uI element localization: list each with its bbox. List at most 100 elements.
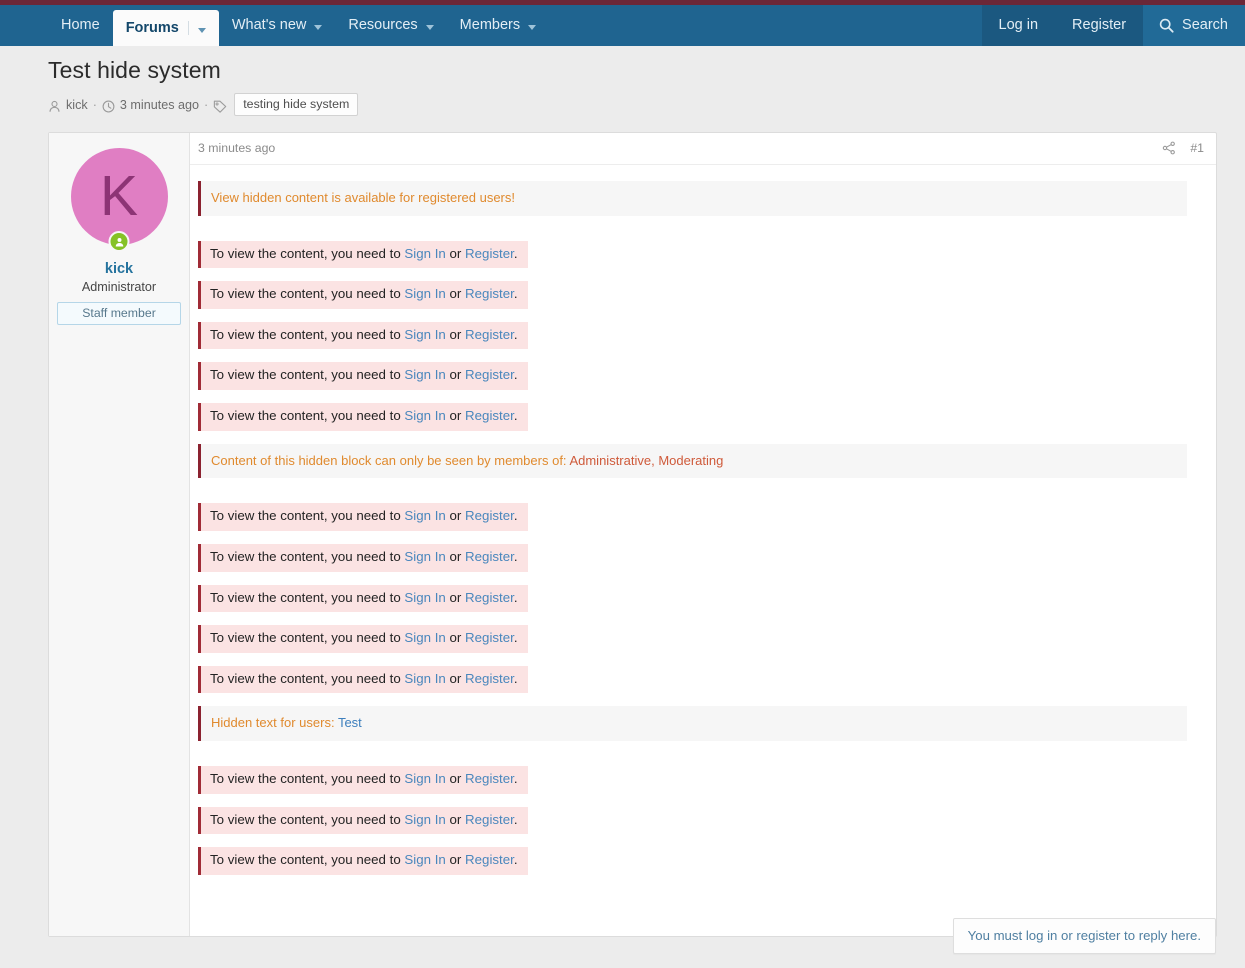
block-spacer	[190, 612, 1216, 625]
caret-glyph	[426, 25, 434, 30]
post-timestamp[interactable]: 3 minutes ago	[198, 141, 275, 155]
login-notice-middle: or	[446, 408, 465, 423]
sign-in-link[interactable]: Sign In	[404, 771, 445, 786]
register-link[interactable]: Register	[465, 508, 514, 523]
login-notice-prefix: To view the content, you need to	[210, 771, 404, 786]
nav-item-forums[interactable]: Forums	[113, 10, 219, 46]
login-required-notice: To view the content, you need to Sign In…	[198, 807, 528, 835]
sign-in-link[interactable]: Sign In	[404, 286, 445, 301]
block-spacer	[190, 875, 1216, 888]
register-link[interactable]: Register	[465, 327, 514, 342]
share-icon[interactable]	[1162, 141, 1176, 155]
sign-in-link[interactable]: Sign In	[404, 246, 445, 261]
block-spacer	[190, 216, 1216, 241]
login-notice-suffix: .	[514, 327, 518, 342]
sign-in-link[interactable]: Sign In	[404, 630, 445, 645]
login-notice-suffix: .	[514, 852, 518, 867]
register-link[interactable]: Register	[465, 286, 514, 301]
meta-separator-2: ·	[204, 98, 208, 112]
login-notice-middle: or	[446, 590, 465, 605]
login-notice-middle: or	[446, 812, 465, 827]
chevron-down-icon[interactable]	[306, 18, 322, 33]
login-required-notice: To view the content, you need to Sign In…	[198, 544, 528, 572]
login-required-notice: To view the content, you need to Sign In…	[198, 847, 528, 875]
login-notice-prefix: To view the content, you need to	[210, 246, 404, 261]
login-notice-prefix: To view the content, you need to	[210, 408, 404, 423]
login-notice-prefix: To view the content, you need to	[210, 327, 404, 342]
register-link[interactable]: Register	[465, 852, 514, 867]
login-notice-prefix: To view the content, you need to	[210, 508, 404, 523]
block-spacer	[190, 834, 1216, 847]
login-required-notice: To view the content, you need to Sign In…	[198, 503, 528, 531]
register-link[interactable]: Register	[465, 771, 514, 786]
login-required-notice: To view the content, you need to Sign In…	[198, 625, 528, 653]
post-container: K kick Administrator Staff member 3 minu…	[48, 132, 1217, 937]
avatar-letter: K	[100, 168, 138, 225]
register-link[interactable]: Register	[465, 367, 514, 382]
sign-in-link[interactable]: Sign In	[404, 508, 445, 523]
login-required-notice: To view the content, you need to Sign In…	[198, 766, 528, 794]
hidden-content-notice-text: View hidden content is available for reg…	[211, 190, 515, 205]
post-author-rank: Administrator	[82, 280, 156, 294]
nav-item-label: Forums	[126, 21, 179, 36]
login-required-row: To view the content, you need to Sign In…	[190, 403, 1216, 431]
login-notice-middle: or	[446, 327, 465, 342]
sign-in-link[interactable]: Sign In	[404, 408, 445, 423]
chevron-down-icon[interactable]	[188, 21, 206, 36]
block-spacer	[190, 390, 1216, 403]
sign-in-link[interactable]: Sign In	[404, 367, 445, 382]
nav-login-button[interactable]: Log in	[982, 5, 1056, 46]
login-required-row: To view the content, you need to Sign In…	[190, 807, 1216, 835]
register-link[interactable]: Register	[465, 590, 514, 605]
nav-register-label: Register	[1072, 18, 1126, 33]
sign-in-link[interactable]: Sign In	[404, 549, 445, 564]
sign-in-link[interactable]: Sign In	[404, 852, 445, 867]
login-required-notice: To view the content, you need to Sign In…	[198, 362, 528, 390]
sign-in-link[interactable]: Sign In	[404, 812, 445, 827]
post-author-name[interactable]: kick	[105, 261, 133, 277]
login-notice-suffix: .	[514, 771, 518, 786]
nav-search-button[interactable]: Search	[1143, 5, 1245, 46]
nav-register-button[interactable]: Register	[1055, 5, 1143, 46]
login-notice-prefix: To view the content, you need to	[210, 367, 404, 382]
login-notice-middle: or	[446, 549, 465, 564]
login-notice-suffix: .	[514, 549, 518, 564]
hidden-text-link[interactable]: Test	[338, 715, 362, 730]
nav-item-resources[interactable]: Resources	[335, 5, 446, 46]
thread-time[interactable]: 3 minutes ago	[120, 98, 199, 112]
sign-in-link[interactable]: Sign In	[404, 590, 445, 605]
hidden-content-notice: View hidden content is available for reg…	[198, 181, 1187, 216]
register-link[interactable]: Register	[465, 549, 514, 564]
login-notice-suffix: .	[514, 508, 518, 523]
chevron-down-icon[interactable]	[520, 18, 536, 33]
block-spacer	[190, 741, 1216, 766]
nav-item-members[interactable]: Members	[447, 5, 549, 46]
post-number[interactable]: #1	[1190, 141, 1204, 155]
post-header: 3 minutes ago #1	[190, 133, 1216, 165]
register-link[interactable]: Register	[465, 630, 514, 645]
thread-author[interactable]: kick	[66, 98, 88, 112]
chevron-down-icon[interactable]	[418, 18, 434, 33]
thread-tag[interactable]: testing hide system	[234, 93, 358, 116]
sign-in-link[interactable]: Sign In	[404, 671, 445, 686]
register-link[interactable]: Register	[465, 246, 514, 261]
register-link[interactable]: Register	[465, 812, 514, 827]
login-required-row: To view the content, you need to Sign In…	[190, 666, 1216, 694]
login-required-row: To view the content, you need to Sign In…	[190, 322, 1216, 350]
register-link[interactable]: Register	[465, 408, 514, 423]
block-spacer	[190, 794, 1216, 807]
avatar[interactable]: K	[71, 148, 168, 245]
group-restricted-notice: Content of this hidden block can only be…	[198, 444, 1187, 479]
login-required-row: To view the content, you need to Sign In…	[190, 625, 1216, 653]
login-notice-middle: or	[446, 671, 465, 686]
login-required-row: To view the content, you need to Sign In…	[190, 503, 1216, 531]
login-notice-prefix: To view the content, you need to	[210, 671, 404, 686]
register-link[interactable]: Register	[465, 671, 514, 686]
nav-item-what-s-new[interactable]: What's new	[219, 5, 336, 46]
sign-in-link[interactable]: Sign In	[404, 327, 445, 342]
nav-item-home[interactable]: Home	[48, 5, 113, 46]
page-title: Test hide system	[48, 55, 1197, 86]
thread-header: Test hide system kick · 3 minutes ago · …	[0, 46, 1245, 116]
login-notice-suffix: .	[514, 812, 518, 827]
reply-notice[interactable]: You must log in or register to reply her…	[953, 918, 1216, 954]
